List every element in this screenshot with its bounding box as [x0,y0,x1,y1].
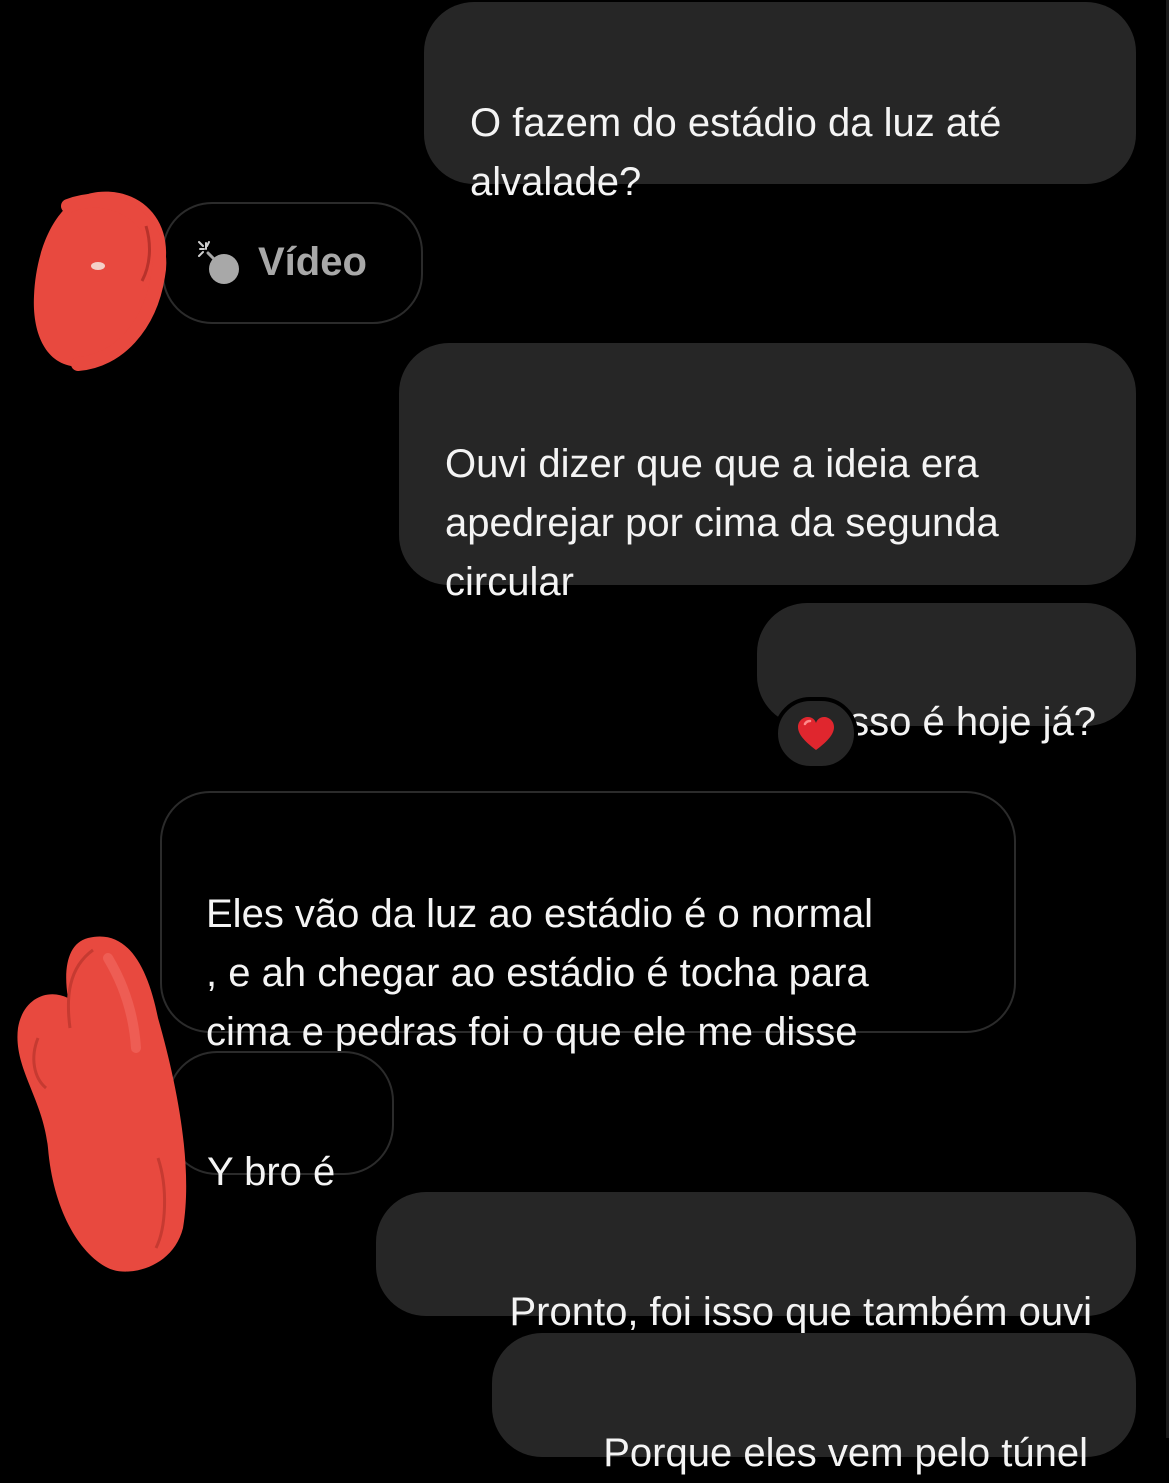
message-text: Ouvi dizer que que a ideia era apedrejar… [445,442,999,604]
message-text: Y bro é [207,1150,336,1194]
message-text: Pronto, foi isso que também ouvi [509,1290,1092,1334]
message-text: Eles vão da luz ao estádio é o normal , … [206,892,874,1054]
message-thread: O fazem do estádio da luz até alvalade? … [0,0,1169,1475]
message-bubble-received[interactable]: Eles vão da luz ao estádio é o normal , … [160,791,1016,1054]
message-text: O fazem do estádio da luz até alvalade? [470,101,1002,204]
reaction-badge[interactable] [774,697,858,770]
red-heart-icon [798,716,834,750]
message-bubble-sent[interactable]: O fazem do estádio da luz até alvalade? [424,2,1136,204]
redacted-avatar-2 [17,936,187,1272]
video-bomb-icon [194,237,244,287]
message-text: Isso é hoje já? [838,700,1096,744]
message-bubble-received[interactable]: Y bro é [167,1051,394,1194]
message-bubble-sent[interactable]: Porque eles vem pelo túnel [492,1333,1136,1475]
message-bubble-sent[interactable]: Ouvi dizer que que a ideia era apedrejar… [399,343,1136,604]
redacted-avatar-1 [33,191,167,371]
video-attachment[interactable]: Vídeo [194,232,367,292]
message-bubble-sent[interactable]: Pronto, foi isso que também ouvi [376,1192,1136,1334]
video-label: Vídeo [258,240,367,284]
